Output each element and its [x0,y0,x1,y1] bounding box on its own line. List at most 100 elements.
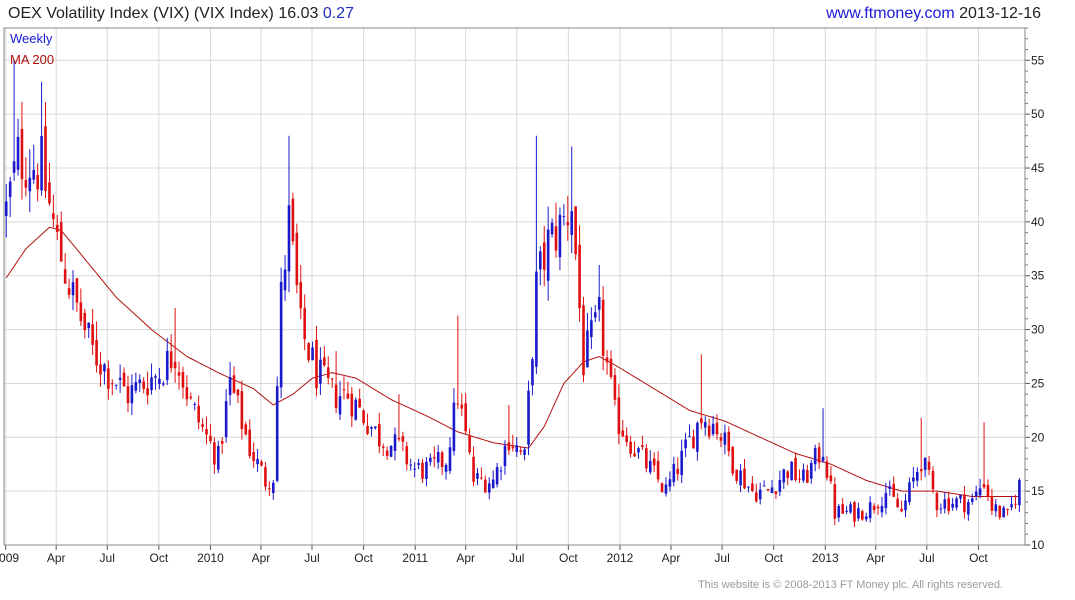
candle-body [837,506,841,518]
candle-body [523,449,526,455]
weekly-candle [813,444,817,472]
weekly-candle [590,307,593,350]
candle-body [185,387,189,400]
candle-body [193,404,197,406]
weekly-candle [48,162,51,206]
weekly-candle [656,451,660,483]
weekly-candle [323,346,326,367]
candle-body [637,448,640,453]
candle-body [641,445,644,447]
weekly-candle [193,402,197,411]
candle-body [358,398,361,408]
candle-body [374,426,377,429]
candle-body [291,198,295,242]
weekly-candle [994,498,998,517]
weekly-candle [978,478,982,499]
candle-body [1014,503,1017,505]
y-tick-label: 10 [1031,538,1045,552]
candle-body [405,446,409,465]
candle-body [790,461,793,481]
candle-body [535,271,538,367]
weekly-candle [707,418,711,440]
weekly-candle [468,428,471,455]
weekly-candle [444,463,448,480]
candle-body [727,431,731,452]
weekly-candle [821,408,825,463]
weekly-candle [291,192,295,246]
x-tick-label: 2013 [812,551,839,565]
candle-body [366,425,369,434]
weekly-candle [232,366,236,394]
candle-body [723,432,727,445]
weekly-candle [252,442,255,468]
candle-body [978,488,982,496]
weekly-candle [621,419,625,438]
candle-body [629,441,632,454]
candle-body [8,181,12,198]
weekly-candle [197,395,200,430]
copyright-notice: This website is © 2008-2013 FT Money plc… [697,579,1003,591]
weekly-candle [535,135,538,375]
x-tick-label: Apr [47,551,66,565]
weekly-candle [67,278,71,299]
weekly-candle [578,225,581,322]
weekly-candle [425,457,428,487]
candle-body [381,446,385,448]
weekly-candle [118,364,122,393]
weekly-candle [841,498,844,514]
candle-body [197,405,200,423]
x-tick-label: Jul [509,551,524,565]
weekly-candle [209,424,212,444]
weekly-candle [625,427,628,447]
weekly-candle [24,157,28,197]
candle-body [362,410,365,424]
candle-body [562,216,566,218]
x-tick-label: Oct [969,551,988,565]
y-tick-label: 25 [1031,376,1045,390]
weekly-candle [574,206,577,261]
weekly-candle [28,149,32,213]
weekly-candle [79,288,83,326]
weekly-candle [401,431,405,452]
weekly-candle [519,446,522,456]
candle-body [947,498,951,512]
weekly-candle [586,312,589,368]
candle-body [456,403,460,405]
weekly-candle [711,415,715,437]
candle-body [676,468,680,475]
candle-body [817,447,821,463]
candle-body [845,510,848,512]
candle-body [138,379,142,383]
candle-body [495,467,499,485]
candle-body [425,461,428,479]
candle-body [48,182,51,204]
candle-body [154,376,157,378]
candle-body [432,457,436,459]
candle-body [20,128,24,180]
weekly-candle [150,363,153,395]
candle-body [209,435,212,442]
weekly-candle [837,503,841,523]
weekly-candle [660,482,664,493]
weekly-candle [1010,495,1013,511]
weekly-candle [731,445,735,477]
weekly-candle [507,404,511,455]
weekly-candle [319,347,322,395]
weekly-candle [385,446,389,460]
x-tick-label: Oct [764,551,783,565]
gridlines [4,28,1025,546]
weekly-candle [935,491,939,518]
candle-body [236,389,240,396]
candle-body [87,322,91,329]
candle-body [468,435,471,453]
candle-body [491,479,495,489]
candle-body [990,496,994,511]
candle-body [633,453,636,457]
candle-body [401,436,405,442]
volatility-chart: 10 15 20 25 30 35 40 45 50 55 2009 Apr Jul Oct 2010 Apr… [0,27,1045,565]
candle-body [1006,508,1009,510]
weekly-candle [652,452,656,473]
weekly-candle [919,417,923,481]
candle-body [762,485,766,487]
weekly-candle [900,500,903,513]
